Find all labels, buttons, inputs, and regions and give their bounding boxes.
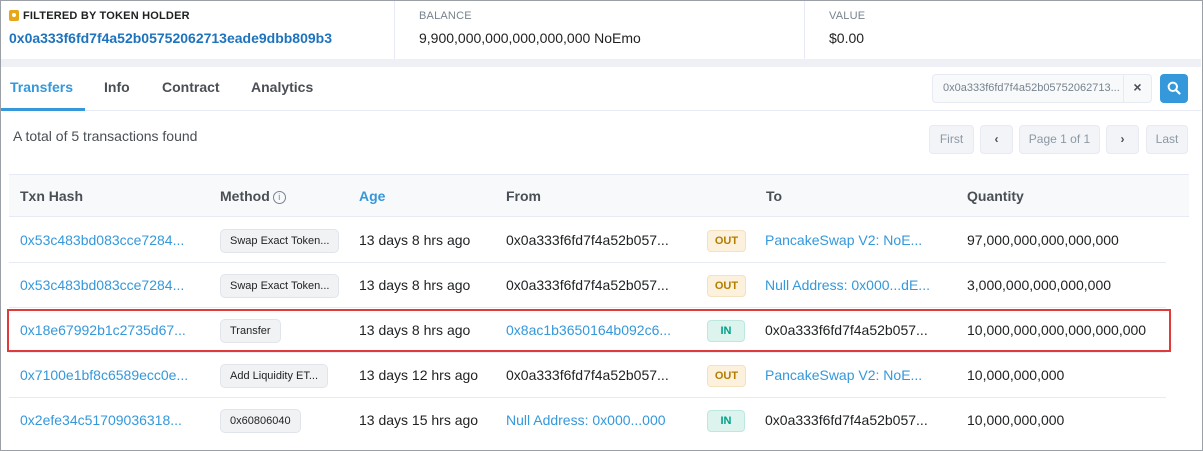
txn-hash-link[interactable]: 0x18e67992b1c2735d67...	[20, 322, 186, 338]
to-address-link[interactable]: Null Address: 0x000...dE...	[765, 277, 930, 293]
balance-value: 9,900,000,000,000,000,000 NoEmo	[419, 30, 641, 46]
search-icon	[1167, 81, 1181, 95]
col-age[interactable]: Age	[359, 188, 385, 204]
method-badge: 0x60806040	[220, 409, 301, 433]
pager-page-indicator: Page 1 of 1	[1019, 125, 1100, 154]
address-filter-input[interactable]: 0x0a333f6fd7f4a52b05752062713... ×	[932, 74, 1152, 103]
value-label: VALUE	[829, 10, 866, 22]
col-method-label: Method	[220, 188, 270, 204]
method-badge: Swap Exact Token...	[220, 274, 340, 298]
token-holder-summary: FILTERED BY TOKEN HOLDER 0x0a333f6fd7f4a…	[1, 1, 1201, 59]
pager-last-button[interactable]: Last	[1146, 125, 1188, 154]
age-cell: 13 days 8 hrs ago	[359, 232, 471, 248]
quantity-cell: 10,000,000,000,000,000,000	[967, 322, 1147, 338]
method-badge: Swap Exact Token...	[220, 229, 340, 253]
quantity-cell: 10,000,000,000	[967, 367, 1065, 383]
direction-badge: IN	[707, 410, 745, 432]
balance-label: BALANCE	[419, 10, 472, 22]
filter-holder-label: FILTERED BY TOKEN HOLDER	[23, 10, 190, 22]
age-cell: 13 days 8 hrs ago	[359, 277, 471, 293]
quantity-cell: 10,000,000,000	[967, 412, 1065, 428]
txn-hash-link[interactable]: 0x53c483bd083cce7284...	[20, 277, 184, 293]
txn-hash-link[interactable]: 0x2efe34c51709036318...	[20, 412, 182, 428]
address-filter-value: 0x0a333f6fd7f4a52b05752062713...	[943, 82, 1120, 94]
age-cell: 13 days 8 hrs ago	[359, 322, 471, 338]
to-address: 0x0a333f6fd7f4a52b057...	[765, 412, 928, 428]
filter-holder-section: FILTERED BY TOKEN HOLDER 0x0a333f6fd7f4a…	[9, 1, 389, 59]
table-row: 0x53c483bd083cce7284... Swap Exact Token…	[9, 263, 1166, 308]
quantity-cell: 97,000,000,000,000,000	[967, 232, 1119, 248]
col-method: Method i	[220, 188, 286, 204]
from-address-link[interactable]: Null Address: 0x000...000	[506, 412, 666, 428]
tab-contract[interactable]: Contract	[162, 79, 220, 95]
table-row: 0x7100e1bf8c6589ecc0e... Add Liquidity E…	[9, 353, 1166, 398]
transactions-count-text: A total of 5 transactions found	[13, 128, 198, 144]
value-section: VALUE $0.00	[804, 1, 1201, 59]
txn-hash-link[interactable]: 0x7100e1bf8c6589ecc0e...	[20, 367, 188, 383]
from-address-link[interactable]: 0x8ac1b3650164b092c6...	[506, 322, 671, 338]
txn-hash-link[interactable]: 0x53c483bd083cce7284...	[20, 232, 184, 248]
method-badge: Transfer	[220, 319, 281, 343]
pager-first-button[interactable]: First	[929, 125, 974, 154]
col-to: To	[766, 188, 783, 204]
age-cell: 13 days 12 hrs ago	[359, 367, 479, 383]
clear-filter-icon[interactable]: ×	[1123, 74, 1151, 103]
direction-badge: OUT	[707, 230, 746, 252]
direction-badge: OUT	[707, 275, 746, 297]
from-address: 0x0a333f6fd7f4a52b057...	[506, 367, 669, 383]
to-address-link[interactable]: PancakeSwap V2: NoE...	[765, 232, 922, 248]
from-address: 0x0a333f6fd7f4a52b057...	[506, 232, 669, 248]
active-tab-indicator	[1, 108, 85, 111]
tab-transfers[interactable]: Transfers	[10, 79, 73, 95]
col-quantity: Quantity	[967, 188, 1024, 204]
section-divider	[1, 59, 1201, 67]
quantity-cell: 3,000,000,000,000,000	[967, 277, 1112, 293]
balance-section: BALANCE 9,900,000,000,000,000,000 NoEmo	[394, 1, 804, 59]
pager-prev-button[interactable]: ‹	[980, 125, 1013, 154]
col-txn-hash: Txn Hash	[20, 188, 84, 204]
to-address: 0x0a333f6fd7f4a52b057...	[765, 322, 928, 338]
direction-badge: IN	[707, 320, 745, 342]
table-row: 0x53c483bd083cce7284... Swap Exact Token…	[9, 218, 1166, 263]
pager-next-button[interactable]: ›	[1106, 125, 1139, 154]
value-amount: $0.00	[829, 30, 865, 46]
age-cell: 13 days 15 hrs ago	[359, 412, 479, 428]
search-button[interactable]	[1160, 74, 1188, 103]
filter-holder-address[interactable]: 0x0a333f6fd7f4a52b05752062713eade9dbb809…	[9, 30, 332, 46]
from-address: 0x0a333f6fd7f4a52b057...	[506, 277, 669, 293]
col-from: From	[506, 188, 541, 204]
info-icon[interactable]: i	[272, 191, 286, 204]
tab-analytics[interactable]: Analytics	[251, 79, 313, 95]
method-badge: Add Liquidity ET...	[220, 364, 329, 388]
to-address-link[interactable]: PancakeSwap V2: NoE...	[765, 367, 922, 383]
table-row: 0x18e67992b1c2735d67... Transfer 13 days…	[9, 308, 1166, 353]
tab-info[interactable]: Info	[104, 79, 130, 95]
table-header: Txn Hash Method i Age From To Quantity	[9, 174, 1189, 217]
direction-badge: OUT	[707, 365, 746, 387]
table-row: 0x2efe34c51709036318... 0x60806040 13 da…	[9, 398, 1166, 443]
